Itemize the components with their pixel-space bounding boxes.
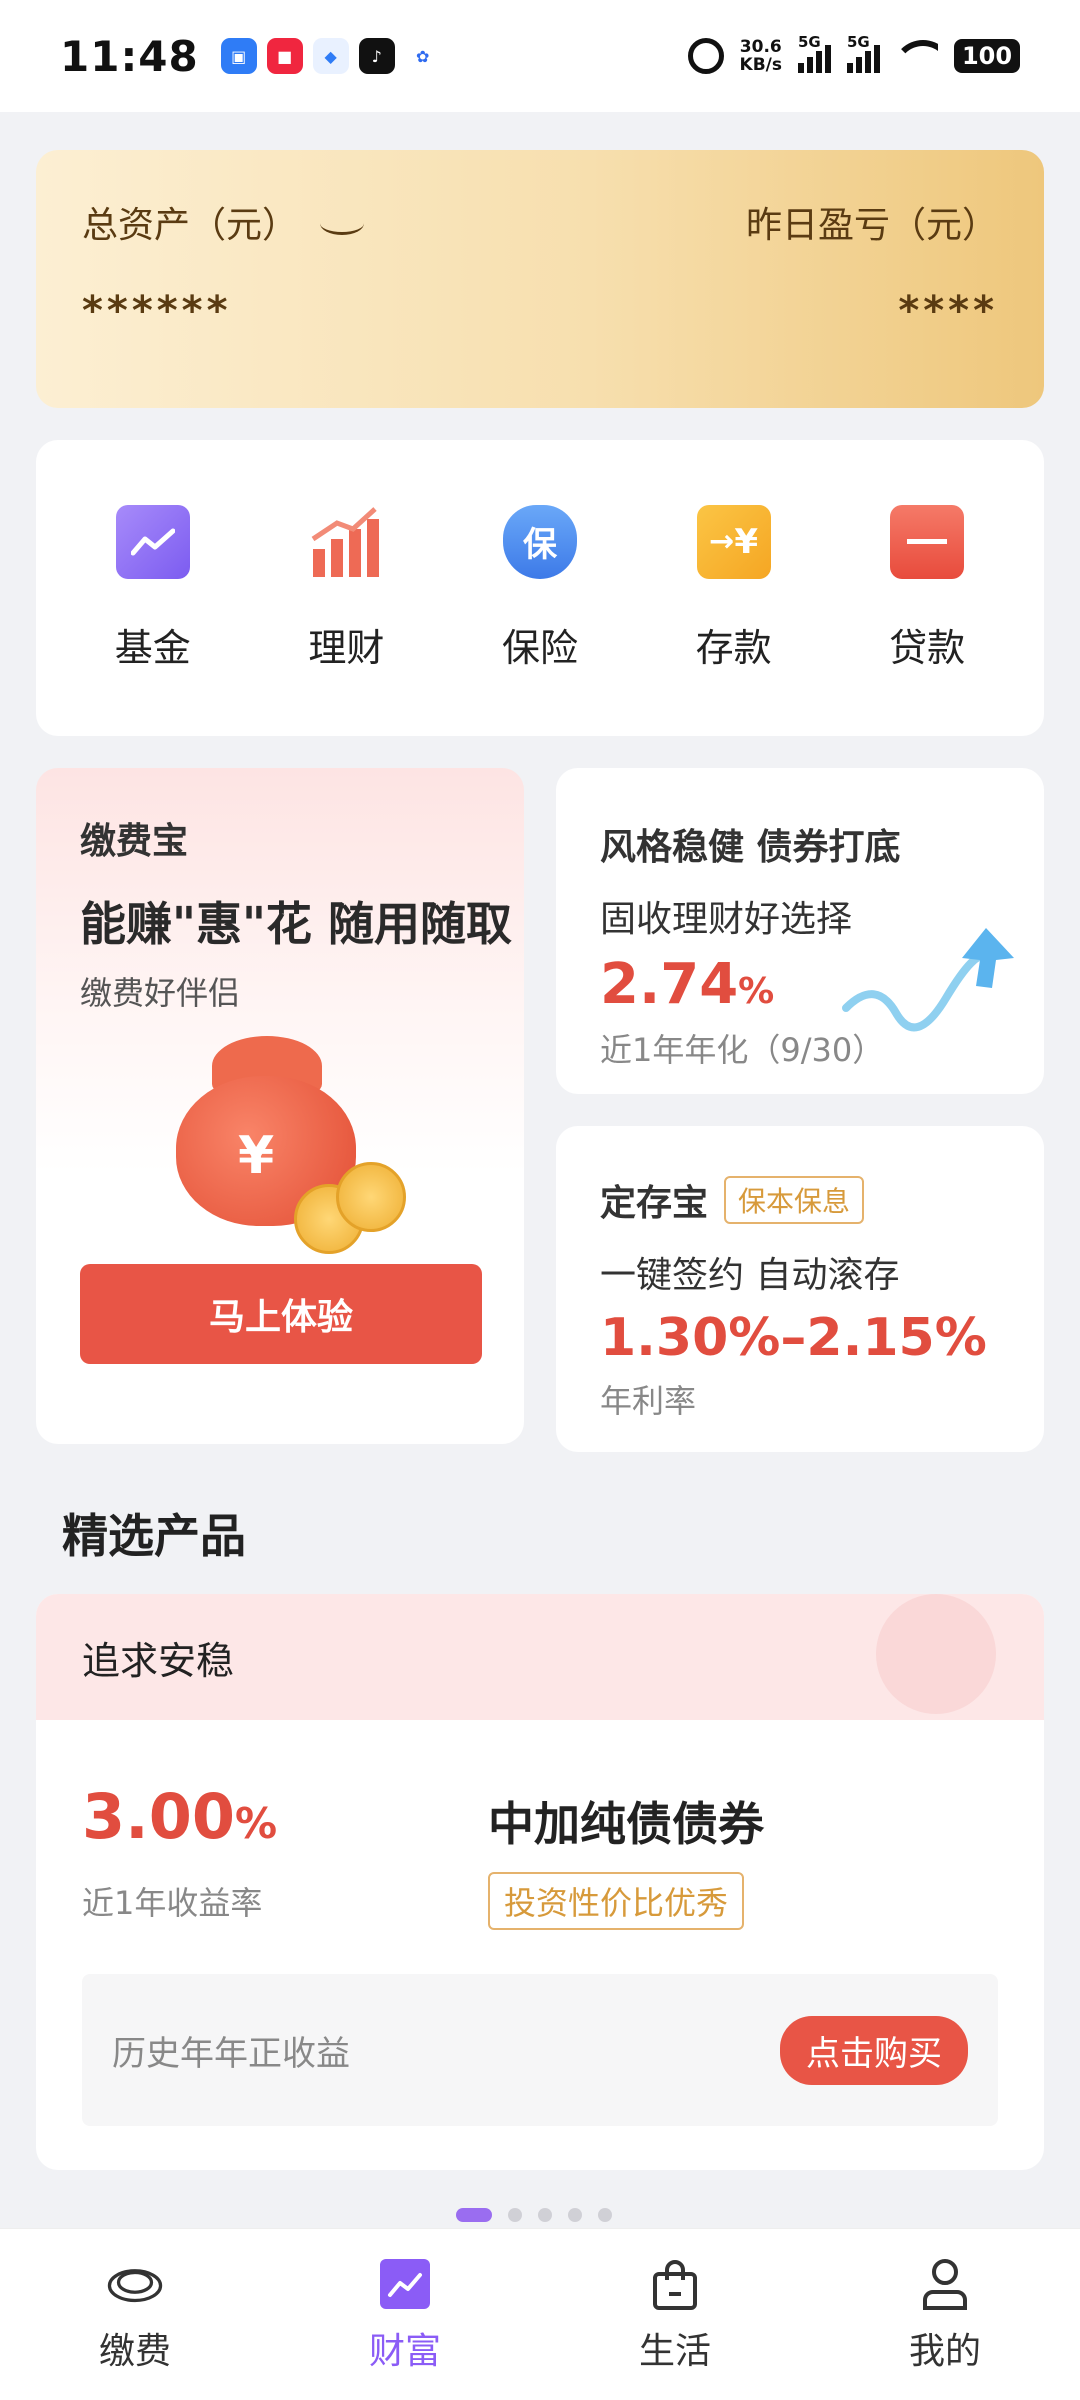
shopping-bag-icon	[647, 2256, 703, 2312]
product-rate: 3.00%	[82, 1780, 278, 1853]
chart-icon	[115, 504, 190, 579]
category-fund[interactable]: 基金	[73, 504, 233, 672]
promo-headline: 能赚"惠"花 随用随取	[80, 897, 512, 951]
product-rate-label: 近1年收益率	[82, 1884, 263, 1922]
pager-dot[interactable]	[568, 2208, 582, 2222]
bar-chart-icon	[309, 505, 383, 579]
principal-guaranteed-tag: 保本保息	[724, 1176, 865, 1224]
growth-arrow-icon	[842, 928, 1014, 1032]
product-tag: 投资性价比优秀	[488, 1872, 745, 1930]
signal-icon: 5G	[847, 33, 880, 73]
category-deposit[interactable]: → ¥ 存款	[654, 504, 814, 672]
promo-card-payment-treasure[interactable]: 缴费宝 能赚"惠"花 随用随取 缴费好伴侣 ¥ 马上体验	[36, 768, 524, 1444]
app-notification-icon: ◆	[312, 38, 349, 74]
asset-summary-card[interactable]: 总资产（元） 昨日盈亏（元） ****** ****	[36, 150, 1044, 408]
promo-rate: 1.30%–2.15%	[600, 1308, 987, 1368]
promo-note: 年利率	[600, 1382, 697, 1420]
alarm-icon	[687, 38, 724, 74]
category-wealth-management[interactable]: 理财	[266, 505, 426, 672]
carousel-pager	[456, 2208, 612, 2222]
nav-mine[interactable]: 我的	[845, 2256, 1045, 2374]
yesterday-profit-value: ****	[898, 288, 998, 334]
medal-icon	[876, 1594, 996, 1714]
baidu-icon: ✿	[404, 38, 441, 74]
tiktok-icon: ♪	[358, 38, 395, 74]
product-header: 追求安稳	[36, 1594, 1044, 1720]
shield-icon: 保	[502, 504, 577, 579]
pager-dot[interactable]	[598, 2208, 612, 2222]
pager-dot[interactable]	[508, 2208, 522, 2222]
total-assets-value: ******	[82, 288, 232, 334]
section-title: 精选产品	[62, 1509, 246, 1563]
product-highlight-strip: 历史年年正收益 点击购买	[82, 1974, 998, 2126]
promo-title: 定存宝 保本保息	[600, 1174, 1000, 1226]
total-assets-label: 总资产（元）	[82, 196, 365, 248]
xiaohongshu-icon: ■	[266, 38, 303, 74]
product-card[interactable]: 追求安稳 3.00% 近1年收益率 中加纯债债券 投资性价比优秀 历史年年正收益…	[36, 1594, 1044, 2170]
bottom-navigation: 缴费 财富 生活 我的	[0, 2228, 1080, 2400]
promo-card-bond[interactable]: 风格稳健 债券打底 固收理财好选择 2.74% 近1年年化（9/30）	[556, 768, 1044, 1094]
nav-life[interactable]: 生活	[575, 2256, 775, 2374]
buy-button[interactable]: 点击购买	[780, 2015, 968, 2085]
deposit-icon: → ¥	[696, 504, 771, 579]
user-icon	[917, 2256, 973, 2312]
eye-closed-icon[interactable]	[320, 212, 365, 235]
wifi-icon	[896, 40, 938, 72]
promo-title: 缴费宝	[80, 821, 189, 862]
promo-line: 一键签约 自动滚存	[600, 1255, 900, 1296]
nav-payment[interactable]: 缴费	[35, 2256, 235, 2374]
promo-subtitle: 缴费好伴侣	[80, 974, 241, 1012]
network-speed: 30.6 KB/s	[739, 37, 782, 75]
wealth-icon	[377, 2256, 433, 2312]
promo-title: 风格稳健 债券打底	[600, 827, 901, 868]
briefcase-icon	[890, 504, 965, 579]
status-bar: 11:48 ▣ ■ ◆ ♪ ✿ 30.6 KB/s 5G 5G 100	[0, 0, 1080, 112]
payment-icon	[107, 2256, 163, 2312]
pager-dot[interactable]	[456, 2208, 492, 2222]
promo-card-fixed-deposit[interactable]: 定存宝 保本保息 一键签约 自动滚存 1.30%–2.15% 年利率	[556, 1126, 1044, 1452]
battery-indicator: 100	[954, 39, 1020, 73]
category-insurance[interactable]: 保 存款 保险	[460, 504, 620, 672]
nav-wealth[interactable]: 财富	[305, 2256, 505, 2374]
signal-icon: 5G	[798, 33, 831, 73]
category-grid: 基金 理财 保 存款 保险 →¥ 存款 贷款	[36, 440, 1044, 736]
try-now-button[interactable]: 马上体验	[80, 1264, 482, 1364]
status-time: 11:48	[60, 31, 199, 81]
pager-dot[interactable]	[538, 2208, 552, 2222]
product-name: 中加纯债债券	[488, 1797, 764, 1851]
yesterday-profit-label: 昨日盈亏（元）	[745, 205, 998, 246]
money-bag-icon: ¥	[176, 1036, 436, 1254]
notification-icons: ▣ ■ ◆ ♪ ✿	[220, 38, 441, 74]
app-notification-icon: ▣	[220, 38, 257, 74]
category-loan[interactable]: 贷款	[847, 504, 1007, 672]
